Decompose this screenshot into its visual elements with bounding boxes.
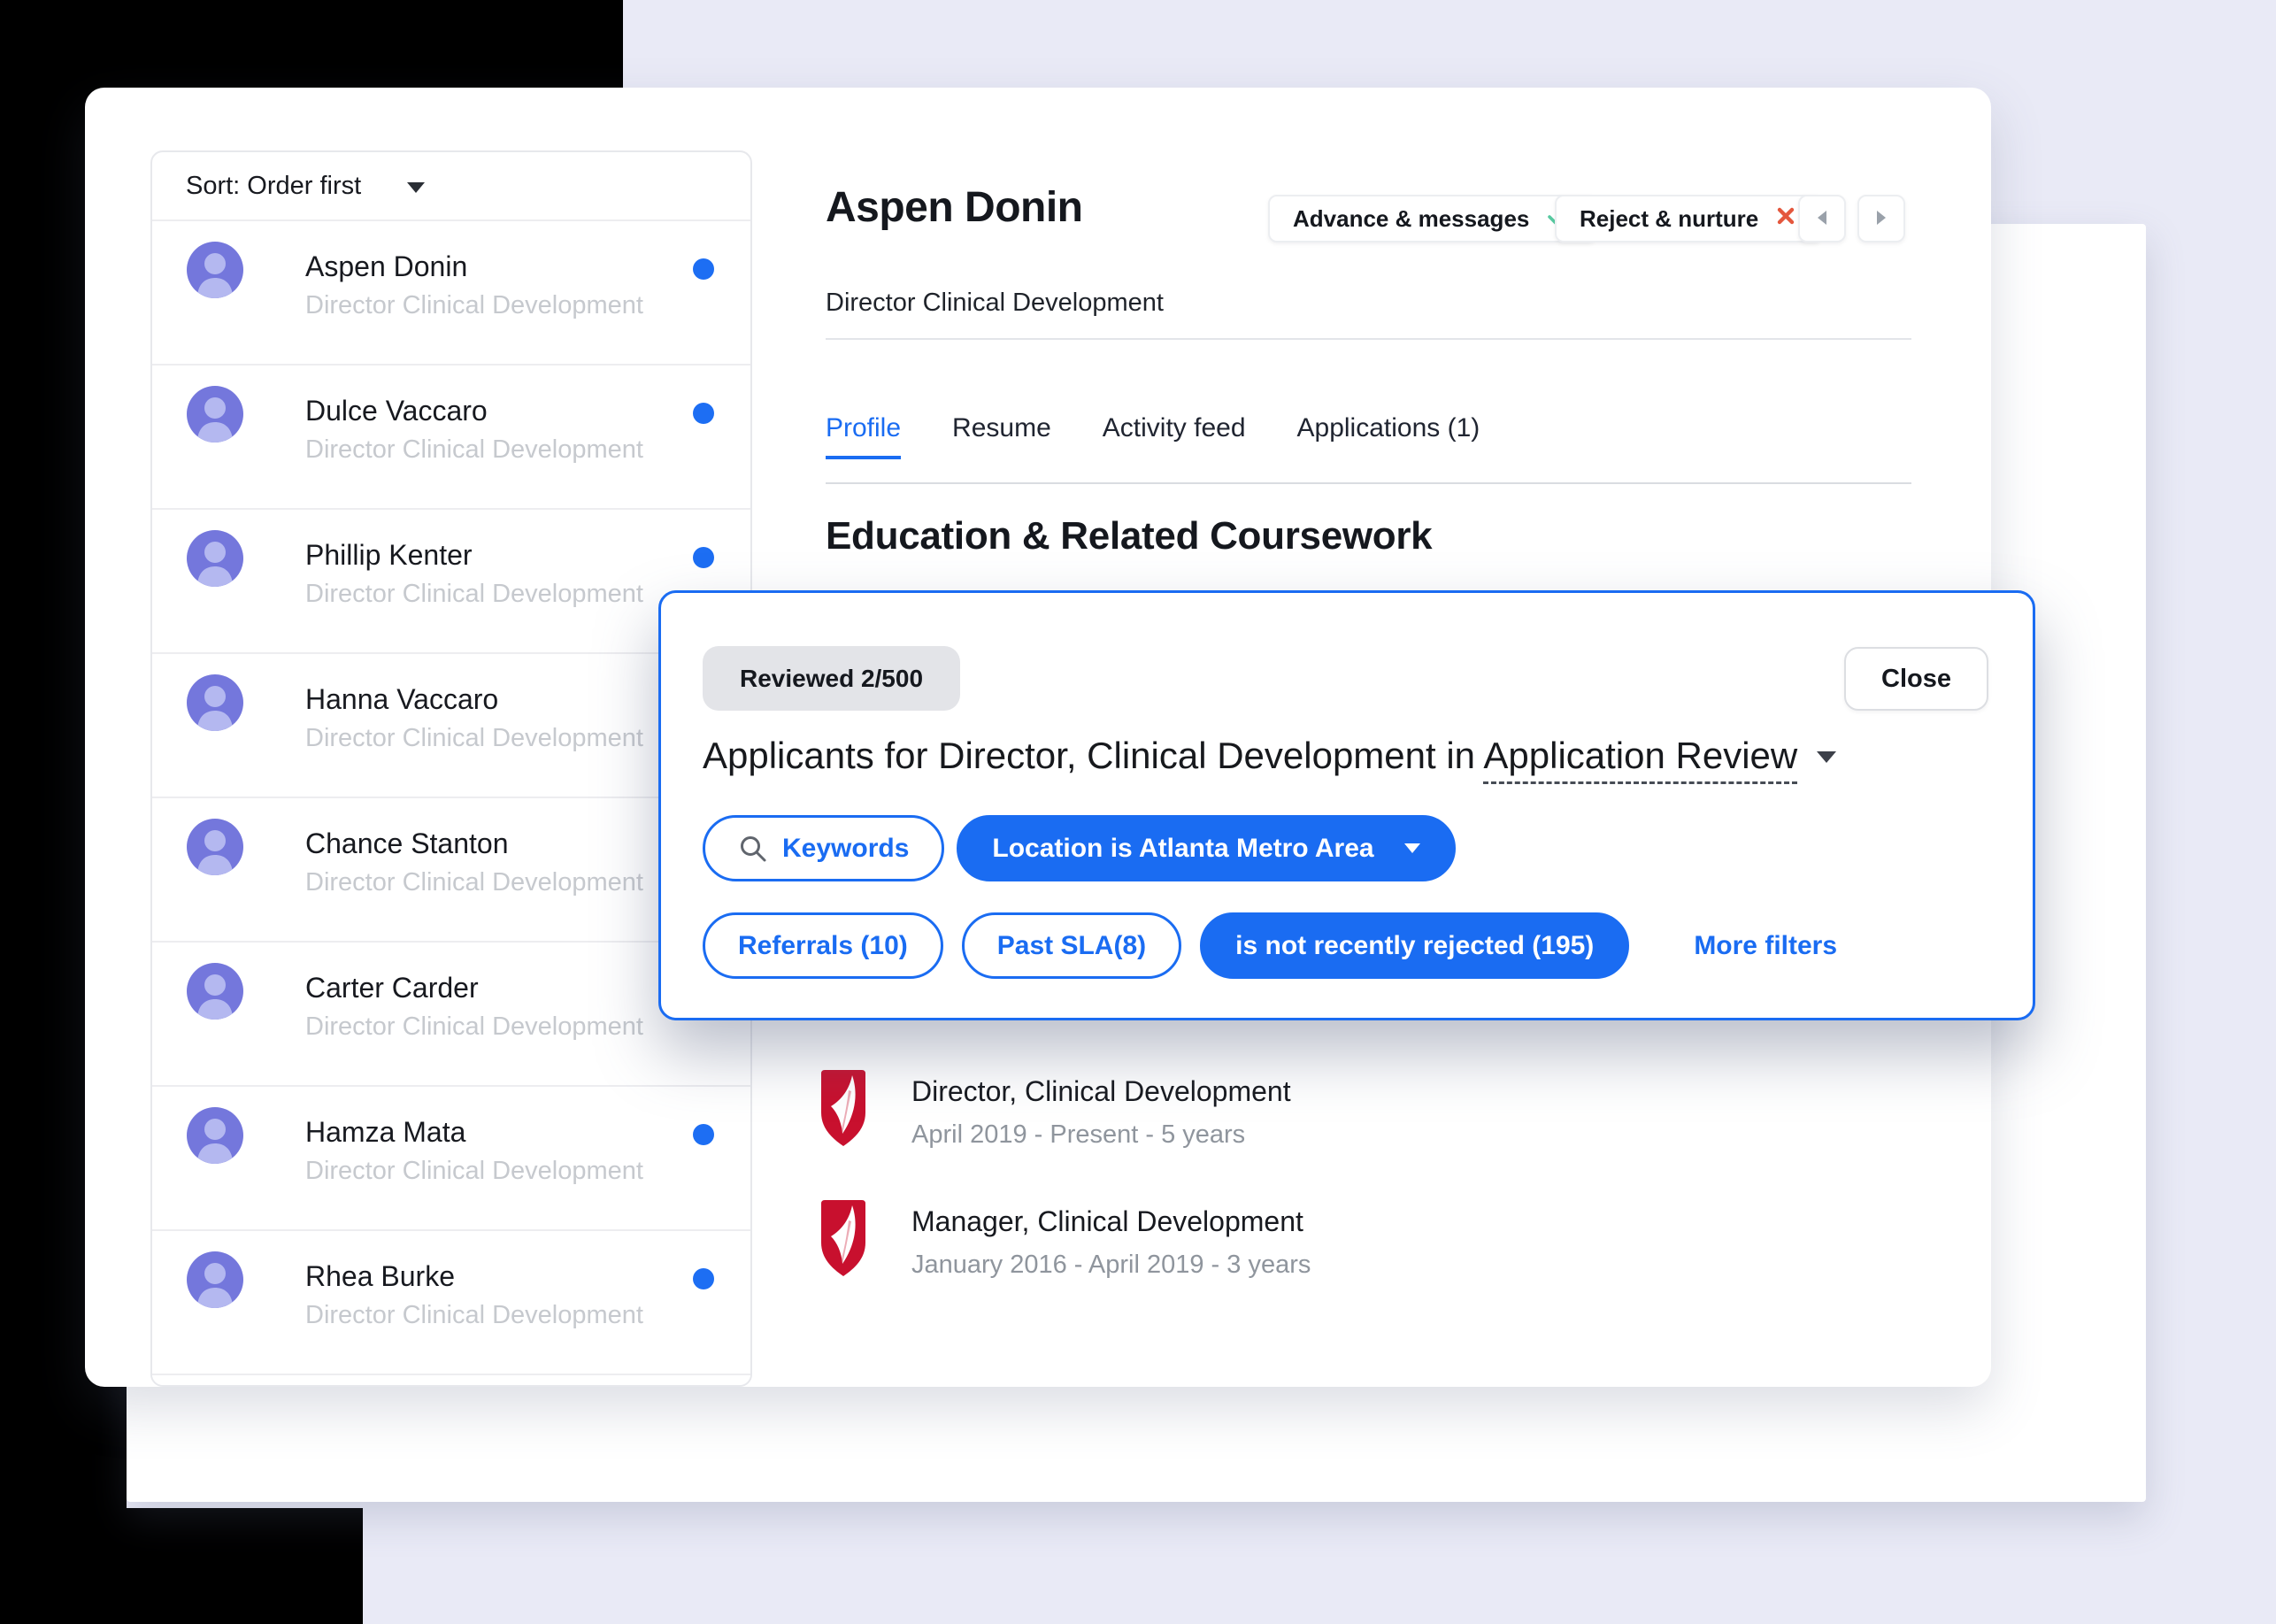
candidate-list-item-partial — [152, 1375, 750, 1385]
modal-title: Applicants for Director, Clinical Develo… — [703, 735, 1837, 784]
unread-dot — [693, 1124, 714, 1145]
desktop-canvas: Sort: Order first Aspen Donin Director C… — [0, 0, 2276, 1624]
review-queue-modal: Reviewed 2/500 Close Applicants for Dire… — [658, 590, 2035, 1020]
experience-dates: April 2019 - Present - 5 years — [911, 1120, 1246, 1149]
unread-dot — [693, 258, 714, 280]
sort-label: Sort: Order first — [186, 171, 362, 200]
tab-profile[interactable]: Profile — [826, 413, 902, 459]
experience-role: Director, Clinical Development — [911, 1075, 1291, 1107]
experience-item: Director, Clinical Development April 201… — [819, 1068, 1291, 1150]
candidate-title: Director Clinical Development — [305, 580, 643, 608]
avatar-person-icon — [187, 1251, 243, 1308]
candidate-title: Director Clinical Development — [305, 1012, 643, 1041]
x-icon — [1774, 204, 1797, 234]
advance-and-messages-button[interactable]: Advance & messages — [1268, 195, 1597, 242]
filter-pill-past-sla-8-[interactable]: Past SLA(8) — [961, 912, 1182, 979]
candidate-list-item[interactable]: Rhea Burke Director Clinical Development — [152, 1231, 750, 1375]
candidate-title: Director Clinical Development — [305, 868, 643, 897]
caret-down-icon — [1817, 751, 1837, 763]
chevron-right-icon — [1872, 208, 1890, 230]
filter-pill-label: is not recently rejected (195) — [1235, 930, 1595, 960]
reject-button-label: Reject & nurture — [1580, 204, 1759, 232]
avatar-person-icon — [187, 1107, 243, 1164]
filter-pill-label: Location is Atlanta Metro Area — [992, 833, 1374, 863]
candidate-title: Director Clinical Development — [305, 724, 643, 752]
chevron-left-icon — [1813, 208, 1831, 230]
candidate-list-item[interactable]: Aspen Donin Director Clinical Developmen… — [152, 221, 750, 366]
reject-and-nurture-button[interactable]: Reject & nurture — [1555, 195, 1823, 242]
filter-pill-keywords[interactable]: Keywords — [703, 815, 945, 881]
candidate-name: Aspen Donin — [305, 250, 468, 282]
candidate-list-item[interactable]: Dulce Vaccaro Director Clinical Developm… — [152, 366, 750, 510]
stage-selector[interactable]: Application Review — [1483, 735, 1798, 784]
candidate-title: Director Clinical Development — [305, 1157, 643, 1185]
experience-dates: January 2016 - April 2019 - 3 years — [911, 1251, 1311, 1279]
candidate-name: Phillip Kenter — [305, 539, 473, 571]
filter-row-2: Referrals (10) Past SLA(8) is not recently… — [703, 912, 1837, 979]
profile-tabs: Profile Resume Activity feed Applications (… — [826, 413, 1480, 459]
avatar-person-icon — [187, 242, 243, 298]
employer-shield-icon — [819, 1068, 867, 1148]
reviewed-count-badge: Reviewed 2/500 — [703, 646, 961, 711]
avatar-person-icon — [187, 530, 243, 587]
filter-pill-label: Past SLA(8) — [996, 930, 1147, 960]
unread-dot — [693, 1268, 714, 1289]
candidate-name: Hamza Mata — [305, 1116, 466, 1148]
experience-role: Manager, Clinical Development — [911, 1205, 1303, 1237]
caret-down-icon — [1403, 843, 1420, 853]
filter-pill-label: Keywords — [782, 833, 910, 863]
unread-dot — [693, 403, 714, 424]
section-heading: Education & Related Coursework — [826, 514, 1433, 558]
close-modal-button[interactable]: Close — [1844, 647, 1988, 711]
sort-dropdown[interactable]: Sort: Order first — [152, 152, 750, 221]
next-candidate-button[interactable] — [1857, 195, 1905, 242]
avatar-person-icon — [187, 963, 243, 1020]
candidate-name: Carter Carder — [305, 972, 479, 1004]
candidate-job-title: Director Clinical Development — [826, 289, 1164, 317]
tabs-divider — [826, 482, 1911, 484]
caret-down-icon — [407, 182, 425, 193]
filter-pill-location-is-atlanta-metro-area[interactable]: Location is Atlanta Metro Area — [957, 815, 1456, 881]
candidate-list-item[interactable]: Hamza Mata Director Clinical Development — [152, 1087, 750, 1231]
tab-applications-1-[interactable]: Applications (1) — [1297, 413, 1480, 459]
modal-title-prefix: Applicants for Director, Clinical Develo… — [703, 735, 1484, 776]
avatar-person-icon — [187, 386, 243, 443]
candidate-name: Chance Stanton — [305, 827, 509, 859]
more-filters-link[interactable]: More filters — [1694, 931, 1837, 961]
candidate-name: Hanna Vaccaro — [305, 683, 499, 715]
candidate-name: Dulce Vaccaro — [305, 395, 488, 427]
search-icon — [738, 834, 768, 864]
employer-shield-icon — [819, 1198, 867, 1278]
avatar-person-icon — [187, 819, 243, 875]
advance-button-label: Advance & messages — [1293, 204, 1530, 232]
filter-pill-is-not-recently-rejected-195-[interactable]: is not recently rejected (195) — [1200, 912, 1630, 979]
unread-dot — [693, 547, 714, 568]
header-divider — [826, 338, 1911, 340]
candidate-title: Director Clinical Development — [305, 1301, 643, 1329]
tab-resume[interactable]: Resume — [952, 413, 1051, 459]
candidate-title: Director Clinical Development — [305, 435, 643, 464]
background-black-bottom — [0, 1508, 363, 1624]
tab-activity-feed[interactable]: Activity feed — [1103, 413, 1246, 459]
filter-pill-label: Referrals (10) — [738, 930, 908, 960]
candidate-page-title: Aspen Donin — [826, 184, 1083, 231]
candidate-name: Rhea Burke — [305, 1260, 455, 1292]
filter-pill-referrals-10-[interactable]: Referrals (10) — [703, 912, 943, 979]
avatar-person-icon — [187, 674, 243, 731]
candidate-title: Director Clinical Development — [305, 291, 643, 319]
filter-row-1: Keywords Location is Atlanta Metro Area — [703, 815, 1456, 881]
previous-candidate-button[interactable] — [1798, 195, 1846, 242]
experience-item: Manager, Clinical Development January 20… — [819, 1198, 1311, 1280]
